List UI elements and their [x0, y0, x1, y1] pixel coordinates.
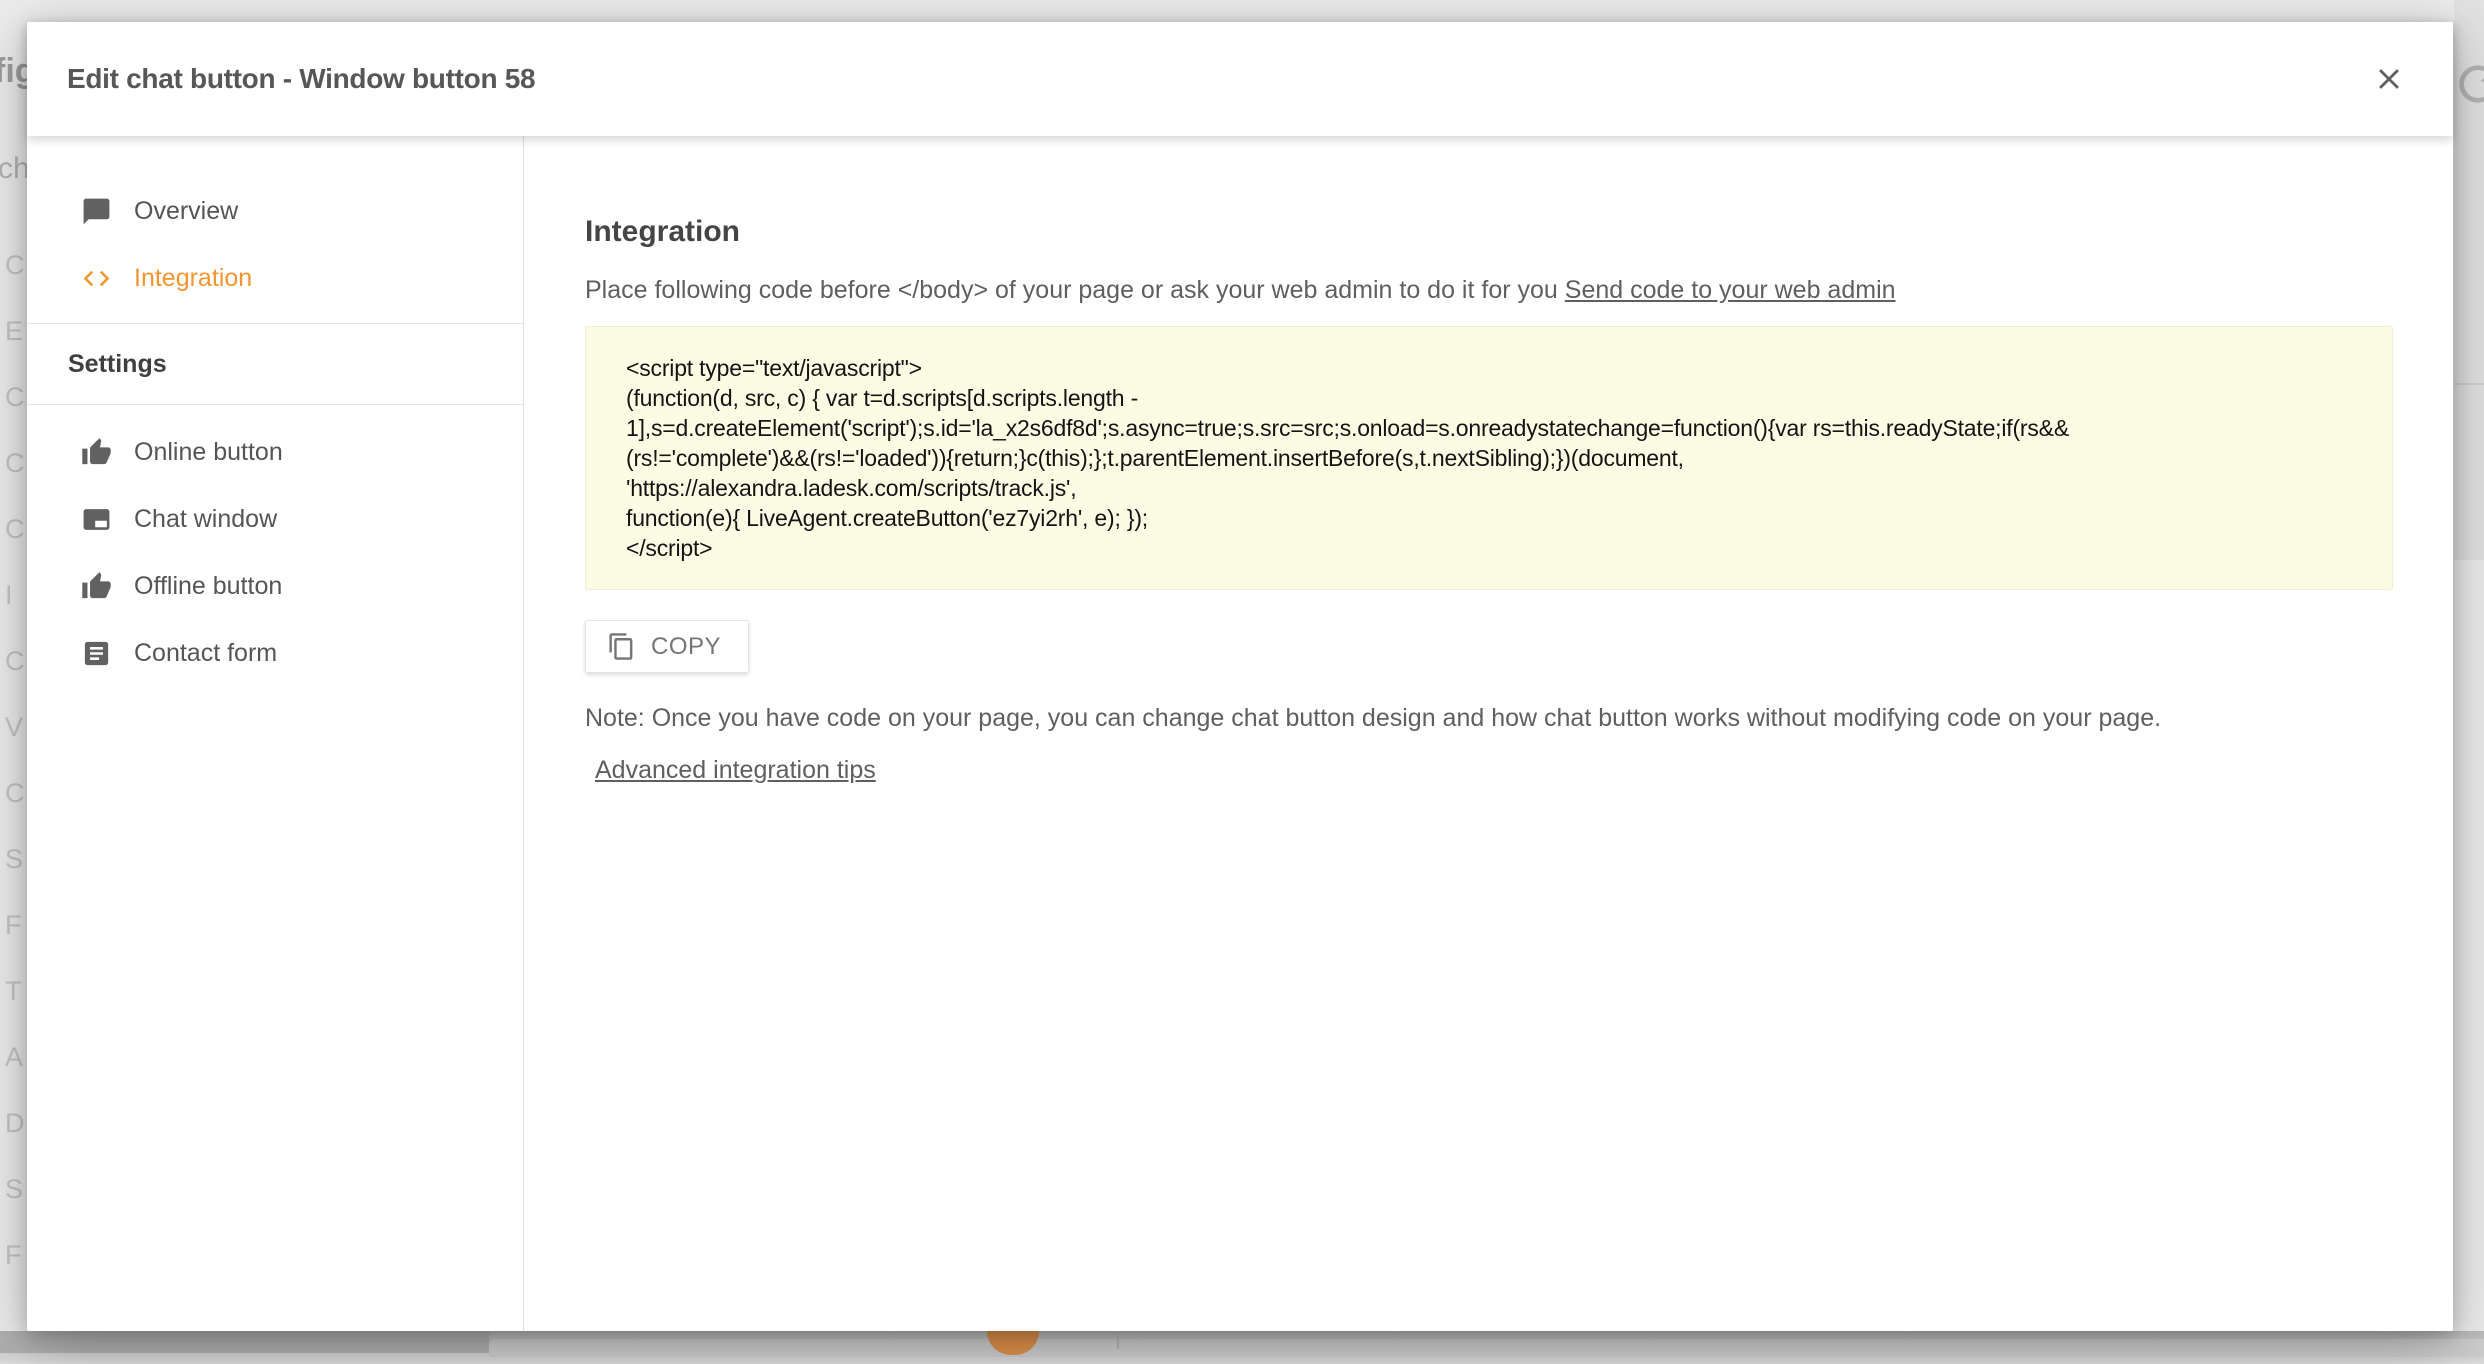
- code-line: function(e){ LiveAgent.createButton('ez7…: [626, 503, 2352, 533]
- integration-code-block[interactable]: <script type="text/javascript"> (functio…: [585, 326, 2393, 590]
- send-code-link[interactable]: Send code to your web admin: [1565, 276, 1896, 304]
- background-text-fragment: V: [5, 712, 25, 743]
- sidebar-item-label: Overview: [134, 197, 238, 226]
- chat-window-icon: [81, 504, 112, 535]
- dialog-header: Edit chat button - Window button 58: [27, 22, 2453, 136]
- background-text-fragment: C: [5, 646, 25, 677]
- edit-chat-button-dialog: Edit chat button - Window button 58 Over…: [27, 22, 2453, 1331]
- background-text-fragment: T: [5, 976, 25, 1007]
- background-text-fragment: C: [5, 448, 25, 479]
- sidebar-settings-group: Online button Chat window Offline button: [27, 405, 523, 687]
- close-button[interactable]: [2363, 53, 2415, 105]
- sidebar-item-overview[interactable]: Overview: [27, 178, 523, 245]
- code-icon: [81, 263, 112, 294]
- code-line: (function(d, src, c) { var t=d.scripts[d…: [626, 383, 2352, 413]
- background-text-fragment: C: [5, 382, 25, 413]
- note-text: Note: Once you have code on your page, y…: [585, 704, 2393, 733]
- background-panel-edge: [489, 1339, 2484, 1357]
- sidebar-item-label: Offline button: [134, 572, 282, 601]
- sidebar-item-chat-window[interactable]: Chat window: [27, 486, 523, 553]
- dialog-title: Edit chat button - Window button 58: [67, 63, 2363, 95]
- background-panel-divider: [1117, 1331, 1119, 1349]
- sidebar-item-integration[interactable]: Integration: [27, 245, 523, 312]
- sidebar-item-offline-button[interactable]: Offline button: [27, 553, 523, 620]
- sidebar-item-label: Contact form: [134, 639, 277, 668]
- sidebar-item-contact-form[interactable]: Contact form: [27, 620, 523, 687]
- copy-icon: [607, 632, 636, 661]
- background-text-fragment: F: [5, 1240, 25, 1271]
- background-text-fragment: C: [5, 778, 25, 809]
- copy-button[interactable]: COPY: [585, 620, 749, 673]
- sidebar-item-online-button[interactable]: Online button: [27, 419, 523, 486]
- close-icon: [2372, 62, 2406, 96]
- background-text-fragment: C: [5, 514, 25, 545]
- background-text-fragment: F: [5, 910, 25, 941]
- background-text-fragment: D: [5, 1108, 25, 1139]
- panel-heading: Integration: [585, 215, 2393, 249]
- sidebar-item-label: Chat window: [134, 505, 277, 534]
- background-text-fragment: E: [5, 316, 25, 347]
- background-text-fragment: C: [5, 250, 25, 281]
- advanced-tips-link[interactable]: Advanced integration tips: [595, 756, 876, 785]
- copy-button-label: COPY: [651, 633, 721, 661]
- dialog-body: Overview Integration Settings: [27, 136, 2453, 1331]
- thumb-icon: [81, 437, 112, 468]
- code-line: (rs!='complete')&&(rs!='loaded')){return…: [626, 443, 2352, 473]
- instruction-text: Place following code before </body> of y…: [585, 276, 1558, 304]
- thumb-icon: [81, 571, 112, 602]
- sidebar-item-label: Online button: [134, 438, 283, 467]
- contact-form-icon: [81, 638, 112, 669]
- code-line: 'https://alexandra.ladesk.com/scripts/tr…: [626, 473, 2352, 503]
- code-line: <script type="text/javascript">: [626, 353, 2352, 383]
- instruction-line: Place following code before </body> of y…: [585, 276, 2393, 305]
- integration-panel: Integration Place following code before …: [524, 136, 2453, 1331]
- screen: fig ch C E C C C I C V C S F T A D S F E…: [0, 0, 2484, 1364]
- background-text-fragment: S: [5, 844, 25, 875]
- refresh-icon: [2450, 56, 2484, 112]
- background-text-fragment: ch: [0, 152, 30, 186]
- sidebar-section-settings: Settings: [27, 324, 523, 404]
- code-line: </script>: [626, 533, 2352, 563]
- background-text-fragment: S: [5, 1174, 25, 1205]
- chat-bubble-icon: [81, 196, 112, 227]
- background-panel-divider: [2454, 383, 2484, 385]
- sidebar-item-label: Integration: [134, 264, 252, 293]
- background-panel-edge: [0, 1331, 489, 1353]
- dialog-sidebar: Overview Integration Settings: [27, 136, 524, 1331]
- background-text-fragment: A: [5, 1042, 25, 1073]
- background-text-fragment: I: [5, 580, 25, 611]
- code-line: 1],s=d.createElement('script');s.id='la_…: [626, 413, 2352, 443]
- background-bottom-band: [0, 1331, 2484, 1364]
